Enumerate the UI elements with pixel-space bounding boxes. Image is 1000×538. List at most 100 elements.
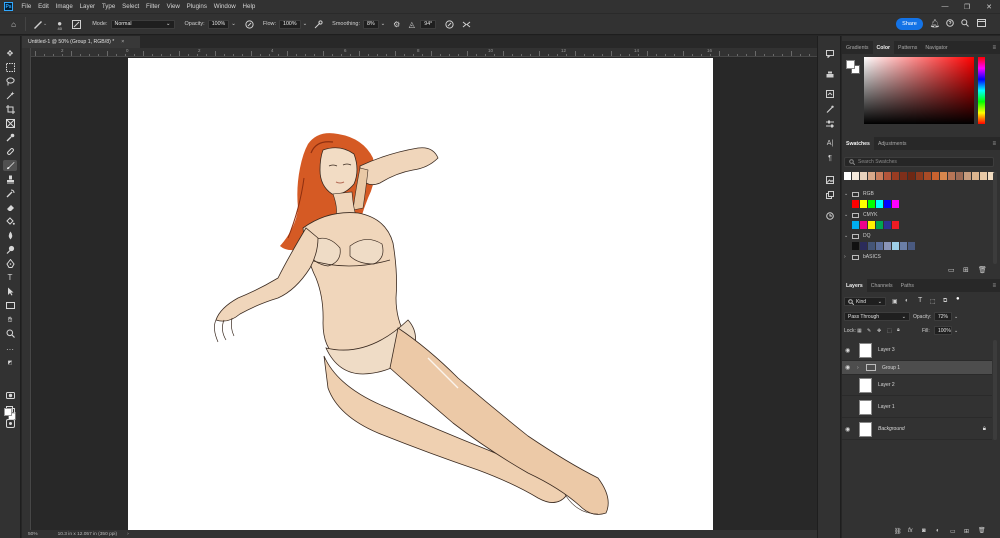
delete-swatch-icon[interactable]: 🗑︎	[978, 266, 987, 274]
move-tool-icon[interactable]: ✥	[3, 48, 17, 59]
color-swatch[interactable]	[940, 172, 947, 180]
chevron-down-icon[interactable]: ⌄	[954, 314, 958, 320]
blur-tool-icon[interactable]	[3, 230, 17, 241]
color-swatch[interactable]	[852, 172, 859, 180]
smoothing-input[interactable]: 8%	[363, 19, 379, 29]
spot-healing-tool-icon[interactable]	[3, 146, 17, 157]
panel-menu-icon[interactable]: ≡	[992, 45, 996, 51]
close-window-button[interactable]: ✕	[978, 0, 1000, 13]
menu-filter[interactable]: Filter	[143, 3, 164, 10]
brush-settings-icon[interactable]	[71, 19, 82, 30]
chevron-down-icon[interactable]: ⌄	[844, 233, 852, 239]
color-swatch[interactable]	[908, 172, 915, 180]
color-swatch[interactable]	[876, 200, 883, 208]
color-swatch[interactable]	[868, 172, 875, 180]
color-swatch[interactable]	[972, 172, 979, 180]
chevron-down-icon[interactable]: ⌄	[231, 21, 236, 27]
link-layers-icon[interactable]: ⛓︎	[894, 528, 902, 535]
chevron-right-icon[interactable]: ›	[857, 365, 863, 371]
color-swatch[interactable]	[964, 172, 971, 180]
menu-help[interactable]: Help	[239, 3, 259, 10]
color-swatch[interactable]	[916, 172, 923, 180]
tab-navigator[interactable]: Navigator	[921, 41, 951, 54]
new-adjustment-layer-icon[interactable]: ◐	[936, 528, 940, 534]
pressure-opacity-icon[interactable]	[244, 19, 255, 30]
flow-input[interactable]: 100%	[279, 19, 301, 29]
panel-menu-icon[interactable]: ≡	[992, 283, 996, 289]
color-swatch[interactable]	[860, 242, 867, 250]
airbrush-icon[interactable]	[313, 19, 324, 30]
chevron-down-icon[interactable]: ⌄	[954, 328, 958, 334]
swatch-group-basics[interactable]: › bASICS	[844, 253, 992, 261]
properties-icon[interactable]	[824, 88, 836, 99]
color-swatch[interactable]	[876, 242, 883, 250]
notifications-bell-icon[interactable]: 🔔︎	[929, 17, 941, 29]
blend-mode-dropdown[interactable]: Pass Through ⌄	[844, 312, 910, 321]
frame-tool-icon[interactable]	[3, 118, 17, 129]
layer-row-background[interactable]: ◉ Background 🔒︎	[842, 419, 992, 440]
path-selection-tool-icon[interactable]	[3, 286, 17, 297]
lock-transparent-icon[interactable]: ▦	[857, 328, 862, 334]
symmetry-icon[interactable]	[461, 19, 472, 30]
minimize-button[interactable]: —	[934, 0, 956, 13]
color-swatch[interactable]	[892, 172, 899, 180]
menu-view[interactable]: View	[163, 3, 183, 10]
hue-slider[interactable]	[978, 57, 985, 124]
color-swatch[interactable]	[852, 221, 859, 229]
share-button[interactable]: Share	[896, 18, 923, 30]
new-folder-icon[interactable]: ▭	[948, 266, 955, 274]
foreground-color-chip[interactable]	[846, 60, 855, 69]
color-swatch[interactable]	[852, 242, 859, 250]
clone-stamp-tool-icon[interactable]	[3, 174, 17, 185]
opacity-input[interactable]: 100%	[207, 19, 230, 29]
crop-tool-icon[interactable]	[3, 104, 17, 115]
search-swatches-input[interactable]: Search Swatches	[844, 157, 994, 167]
chevron-down-icon[interactable]: ⌄	[844, 191, 852, 197]
type-tool-icon[interactable]: T	[3, 272, 17, 283]
marquee-tool-icon[interactable]	[3, 62, 17, 73]
filter-pixel-icon[interactable]: ▣	[892, 298, 898, 305]
layer-filter-dropdown[interactable]: Kind ⌄	[844, 297, 886, 306]
layers-scrollbar[interactable]	[993, 340, 997, 440]
color-swatch[interactable]	[900, 242, 907, 250]
tab-layers[interactable]: Layers	[842, 279, 867, 292]
color-swatch[interactable]	[924, 172, 931, 180]
menu-layer[interactable]: Layer	[76, 3, 98, 10]
tab-color[interactable]: Color	[872, 41, 895, 54]
swatches-scrollbar[interactable]	[993, 172, 997, 264]
layer-row[interactable]: ◉ Layer 3	[842, 340, 992, 361]
brushes-icon[interactable]	[824, 103, 836, 114]
menu-edit[interactable]: Edit	[35, 3, 52, 10]
swatch-group-rgb[interactable]: ⌄ RGB	[844, 190, 992, 198]
swatch-group-dq[interactable]: ⌄ DQ	[844, 232, 992, 240]
swatch-group-cmyk[interactable]: ⌄ CMYK	[844, 211, 992, 219]
image-icon[interactable]	[824, 174, 836, 185]
tab-paths[interactable]: Paths	[897, 279, 918, 292]
layer-row-group[interactable]: ◉ › Group 1	[842, 361, 992, 375]
tab-swatches[interactable]: Swatches	[842, 137, 874, 150]
close-tab-icon[interactable]: ×	[121, 39, 124, 45]
layer-style-icon[interactable]: fx	[908, 528, 913, 534]
more-tools-icon[interactable]: ···	[3, 344, 17, 355]
menu-plugins[interactable]: Plugins	[183, 3, 210, 10]
menu-image[interactable]: Image	[52, 3, 76, 10]
tab-gradients[interactable]: Gradients	[842, 41, 873, 54]
lock-image-icon[interactable]: ✎	[867, 328, 871, 334]
layer-row[interactable]: Layer 1	[842, 397, 992, 418]
eyedropper-tool-icon[interactable]	[3, 132, 17, 143]
pressure-size-icon[interactable]	[444, 19, 455, 30]
color-swatch[interactable]	[884, 221, 891, 229]
brush-tool-preset-icon[interactable]	[32, 19, 43, 30]
layer-row[interactable]: Layer 2	[842, 375, 992, 396]
color-swatch[interactable]	[868, 200, 875, 208]
default-colors-icon[interactable]: ◩	[3, 360, 17, 366]
filter-shape-icon[interactable]: ⬚	[930, 298, 936, 305]
color-swatch[interactable]	[892, 200, 899, 208]
home-icon[interactable]: ⌂	[8, 19, 19, 30]
status-menu-arrow-icon[interactable]: ›	[127, 532, 129, 537]
mode-dropdown[interactable]: Normal ⌄	[110, 19, 175, 29]
lock-position-icon[interactable]: ✥	[877, 328, 881, 334]
angle-input[interactable]: 94°	[420, 19, 437, 29]
tab-patterns[interactable]: Patterns	[894, 41, 921, 54]
menu-file[interactable]: File	[18, 3, 35, 10]
